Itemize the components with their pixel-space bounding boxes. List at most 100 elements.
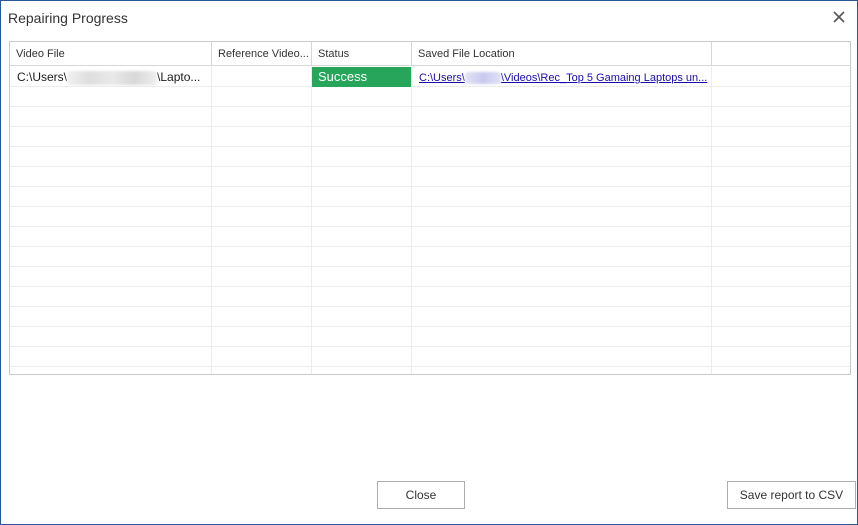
saved-location-prefix: C:\Users\ — [419, 72, 465, 84]
empty-cell — [312, 87, 412, 107]
close-button[interactable]: Close — [377, 481, 465, 509]
results-table: Video File Reference Video... Status Sav… — [9, 41, 851, 375]
redacted-username — [67, 70, 158, 85]
empty-cell — [312, 267, 412, 287]
empty-cell — [412, 287, 712, 307]
empty-cell — [712, 207, 850, 227]
saved-file-link[interactable]: C:\Users\ \Videos\Rec_Top 5 Gamaing Lapto… — [419, 72, 708, 85]
saved-file-location-cell: C:\Users\ \Videos\Rec_Top 5 Gamaing Lapto… — [412, 67, 712, 87]
empty-cell — [10, 127, 212, 147]
empty-cell — [212, 247, 312, 267]
empty-cell — [212, 347, 312, 367]
empty-cell — [712, 367, 850, 374]
dialog-title: Repairing Progress — [8, 10, 128, 26]
empty-cell — [712, 347, 850, 367]
empty-cell — [10, 147, 212, 167]
empty-cell — [10, 327, 212, 347]
empty-cell — [10, 187, 212, 207]
saved-location-suffix: \Videos\Rec_Top 5 Gamaing Laptops un... — [500, 72, 708, 84]
empty-cell — [312, 127, 412, 147]
empty-table-row — [10, 307, 850, 327]
empty-cell — [412, 247, 712, 267]
column-header-video-file[interactable]: Video File — [10, 42, 212, 66]
empty-cell — [212, 227, 312, 247]
empty-cell — [312, 207, 412, 227]
close-icon[interactable] — [831, 9, 847, 25]
empty-cell — [712, 227, 850, 247]
empty-cell — [212, 207, 312, 227]
empty-table-row — [10, 167, 850, 187]
empty-cell — [412, 107, 712, 127]
status-badge: Success — [312, 67, 412, 87]
empty-table-row — [10, 107, 850, 127]
repairing-progress-dialog: Repairing Progress Video File Reference … — [0, 0, 858, 525]
empty-cell — [712, 107, 850, 127]
empty-cell — [412, 147, 712, 167]
empty-cell — [10, 167, 212, 187]
empty-cell — [312, 107, 412, 127]
empty-cell — [312, 327, 412, 347]
empty-cell — [212, 147, 312, 167]
empty-cell — [412, 367, 712, 374]
empty-cell — [10, 287, 212, 307]
empty-cell — [712, 187, 850, 207]
save-report-csv-button[interactable]: Save report to CSV — [727, 481, 856, 509]
empty-cell — [712, 287, 850, 307]
table-row[interactable]: C:\Users\ \Lapto... Success C:\Users\ \Vid… — [10, 67, 850, 87]
column-header-empty — [712, 42, 850, 66]
empty-cell — [212, 287, 312, 307]
empty-cell — [212, 187, 312, 207]
empty-cell — [312, 287, 412, 307]
empty-cell — [412, 187, 712, 207]
empty-cell — [712, 327, 850, 347]
empty-table-row — [10, 227, 850, 247]
empty-cell — [412, 267, 712, 287]
empty-cell — [712, 147, 850, 167]
empty-cell — [712, 307, 850, 327]
empty-cell — [312, 147, 412, 167]
empty-cell — [10, 107, 212, 127]
empty-cell — [10, 367, 212, 374]
reference-video-cell — [212, 67, 312, 87]
column-header-reference-video[interactable]: Reference Video... — [212, 42, 312, 66]
empty-cell — [212, 267, 312, 287]
empty-table-row — [10, 367, 850, 374]
video-file-prefix: C:\Users\ — [17, 70, 68, 84]
video-file-cell: C:\Users\ \Lapto... — [10, 67, 212, 87]
empty-table-row — [10, 127, 850, 147]
table-header: Video File Reference Video... Status Sav… — [10, 42, 850, 66]
empty-cell — [712, 87, 850, 107]
column-header-saved-file-location[interactable]: Saved File Location — [412, 42, 712, 66]
empty-cell — [10, 307, 212, 327]
empty-cell — [10, 207, 212, 227]
empty-table-row — [10, 187, 850, 207]
empty-cell — [312, 367, 412, 374]
empty-table-row — [10, 87, 850, 107]
empty-cell — [212, 367, 312, 374]
empty-cell — [312, 187, 412, 207]
empty-cell — [212, 167, 312, 187]
empty-cell — [212, 107, 312, 127]
empty-cell — [212, 87, 312, 107]
empty-cell — [312, 227, 412, 247]
empty-cell — [10, 227, 212, 247]
empty-cell — [412, 207, 712, 227]
empty-table-row — [10, 267, 850, 287]
empty-cell — [712, 127, 850, 147]
empty-table-row — [10, 147, 850, 167]
empty-table-row — [10, 347, 850, 367]
empty-cell — [10, 347, 212, 367]
empty-cell — [10, 247, 212, 267]
empty-cell — [312, 167, 412, 187]
empty-table-row — [10, 327, 850, 347]
empty-cell — [712, 267, 850, 287]
column-header-status[interactable]: Status — [312, 42, 412, 66]
empty-cell — [412, 227, 712, 247]
empty-cell — [412, 87, 712, 107]
redacted-username — [464, 72, 501, 85]
empty-cell — [712, 167, 850, 187]
empty-cell — [712, 247, 850, 267]
empty-cell — [312, 347, 412, 367]
empty-table-row — [10, 247, 850, 267]
empty-cell — [312, 307, 412, 327]
